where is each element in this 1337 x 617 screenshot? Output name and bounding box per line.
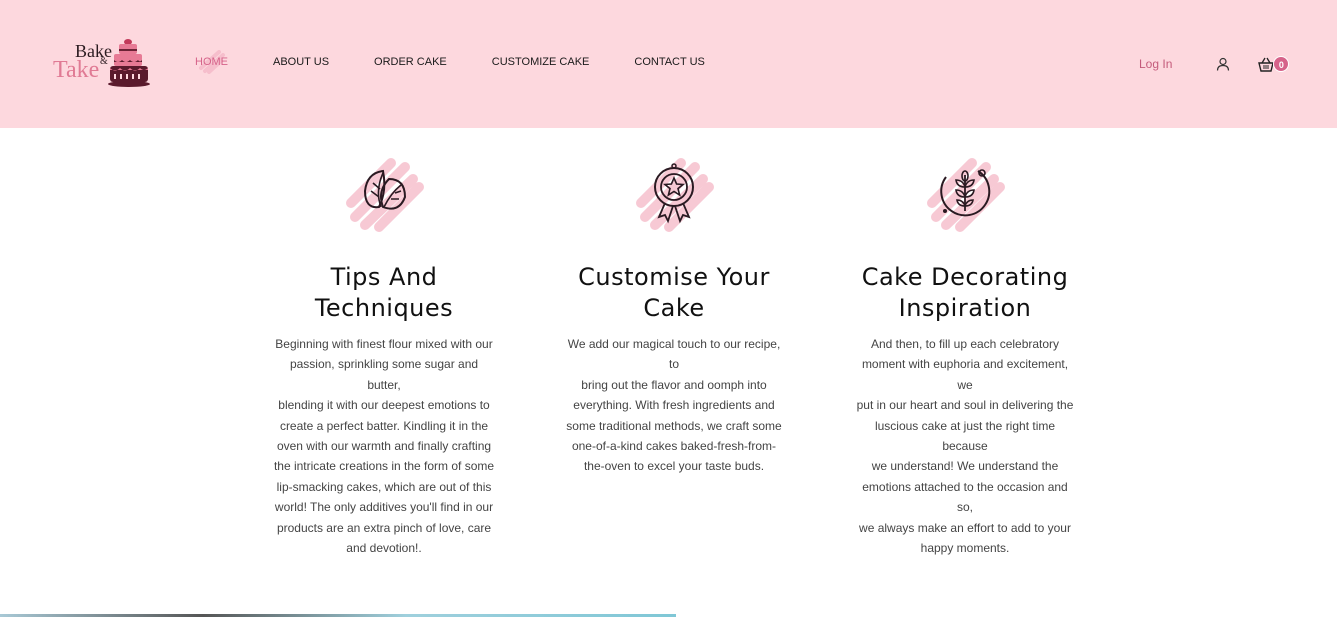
text-line: one-of-a-kind cakes baked-fresh-from- [571,439,777,454]
feature-cake-decorating-inspiration: Cake Decorating Inspiration And then, to… [845,155,1085,558]
feature-icon-wrap [629,155,719,235]
bake-and-take-logo[interactable]: Bake & Take [52,38,154,90]
feature-title-line1: Tips And [330,263,438,291]
feature-description: Beginning with finest flour mixed with o… [273,334,495,558]
text-line: put in our heart and soul in delivering … [856,398,1074,413]
feature-title-line2: Cake [643,294,705,322]
logo-text-amp: & [100,56,108,67]
feature-customise-your-cake: Customise Your Cake We add our magical t… [554,155,794,477]
feature-icon-wrap [339,155,429,235]
text-line: blending it with our deepest emotions to [278,398,490,413]
site-header: Bake & Take HOME ABOUT US ORDER CAKE CUS… [0,0,1337,128]
award-ribbon-icon [636,158,714,232]
feature-tips-and-techniques: Tips And Techniques Beginning with fines… [264,155,504,558]
feature-icon-wrap [920,155,1010,235]
text-line: emotions attached to the occasion and so… [862,479,1068,515]
text-line: the-oven to excel your taste buds. [583,459,765,474]
feature-title-line2: Techniques [314,294,454,322]
text-line: And then, to fill up each celebratory [870,337,1060,351]
user-icon[interactable] [1216,57,1230,71]
feature-title: Cake Decorating Inspiration [845,262,1085,324]
login-link[interactable]: Log In [1139,57,1172,71]
logo-text-take: Take [53,57,100,83]
text-line: We add our magical touch to our recipe, … [567,337,781,372]
text-line: oven with our warmth and finally craftin… [276,439,492,454]
header-actions: Log In 0 [1139,55,1292,73]
text-line: Beginning with finest flour mixed with o… [275,337,493,351]
leaves-icon [346,158,424,232]
text-line: the intricate creations in the form of s… [273,459,495,474]
feature-title-line1: Customise Your [578,263,770,291]
text-line: happy moments. [920,541,1010,556]
text-line: we understand! We understand the [871,459,1059,474]
feature-title-line2: Inspiration [898,294,1032,322]
text-line: everything. With fresh ingredients and [573,398,775,413]
text-line: lip-smacking cakes, which are out of thi… [276,479,492,494]
text-line: world! The only additives you'll find in… [274,500,494,515]
cart-count-badge: 0 [1273,56,1290,72]
cart-button[interactable]: 0 [1258,55,1292,73]
text-line: luscious cake at just the right time bec… [874,418,1056,454]
text-line: some traditional methods, we craft some [566,418,782,433]
feature-description: And then, to fill up each celebratory mo… [854,334,1076,558]
text-line: create a perfect batter. Kindling it in … [279,418,489,433]
feature-description: We add our magical touch to our recipe, … [563,334,785,477]
feature-title-line1: Cake Decorating [861,263,1069,291]
text-line: bring out the flavor and oomph into [581,377,767,392]
text-line: passion, sprinkling some sugar and butte… [289,357,479,392]
main-nav: HOME ABOUT US ORDER CAKE CUSTOMIZE CAKE … [195,50,750,74]
feature-title: Tips And Techniques [264,262,504,324]
cake-logo-icon [108,39,150,87]
nav-item-order-cake[interactable]: ORDER CAKE [374,56,447,68]
nav-item-home[interactable]: HOME [195,50,228,74]
feature-title: Customise Your Cake [554,262,794,324]
text-line: we always make an effort to add to your [859,520,1071,535]
text-line: moment with euphoria and excitement, we [861,357,1069,392]
nav-item-customize-cake[interactable]: CUSTOMIZE CAKE [492,56,590,68]
nav-label-home: HOME [195,56,228,68]
nav-item-contact-us[interactable]: CONTACT US [634,56,705,68]
text-line: products are an extra pinch of love, car… [276,520,492,535]
basket-icon [1258,57,1275,72]
wheat-icon [927,158,1005,232]
text-line: and devotion!. [346,541,422,556]
nav-item-about-us[interactable]: ABOUT US [273,56,329,68]
